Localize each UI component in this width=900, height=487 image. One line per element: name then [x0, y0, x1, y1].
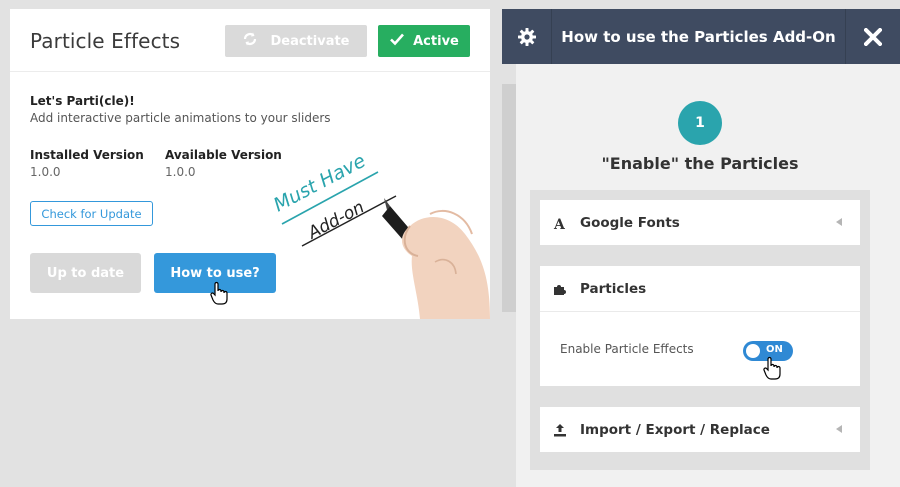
section-import-export-header[interactable]: Import / Export / Replace — [540, 407, 860, 452]
installed-version-label: Installed Version — [30, 148, 144, 162]
check-for-update-button[interactable]: Check for Update — [30, 201, 153, 226]
section-particles-body: Enable Particle Effects ON — [540, 311, 860, 386]
refresh-icon — [242, 31, 258, 51]
enable-particles-label: Enable Particle Effects — [560, 342, 694, 356]
toggle-knob — [746, 344, 760, 358]
gear-icon — [517, 27, 536, 46]
active-button[interactable]: Active — [378, 25, 470, 57]
close-icon — [864, 27, 882, 46]
card-title: Particle Effects — [30, 29, 181, 53]
card-header: Particle Effects Deactivate Active — [10, 9, 490, 72]
panel-title: How to use the Particles Add-On — [561, 27, 836, 46]
check-icon — [389, 31, 405, 51]
deactivate-label: Deactivate — [270, 33, 350, 49]
font-icon: A — [552, 215, 568, 231]
active-label: Active — [413, 33, 459, 49]
card-tagline: Let's Parti(cle)! — [30, 94, 135, 108]
hand-cursor-icon — [210, 281, 228, 305]
section-particles-header[interactable]: Particles — [540, 266, 860, 311]
installed-version: Installed Version 1.0.0 — [30, 148, 144, 179]
upload-icon — [552, 422, 568, 438]
panel-body: 1 "Enable" the Particles A Google Fonts — [516, 64, 900, 487]
puzzle-icon — [552, 281, 568, 297]
illustration-line2: Add-on — [304, 197, 368, 244]
help-panel: How to use the Particles Add-On 1 "Enabl… — [502, 0, 900, 487]
svg-text:A: A — [553, 217, 566, 230]
installed-version-value: 1.0.0 — [30, 165, 61, 179]
section-particles[interactable]: Particles Enable Particle Effects ON — [540, 266, 860, 386]
up-to-date-button[interactable]: Up to date — [30, 253, 141, 293]
caret-left-icon — [836, 425, 842, 433]
caret-left-icon — [836, 218, 842, 226]
step-number: 1 — [678, 101, 722, 145]
toggle-state-text: ON — [766, 344, 783, 355]
deactivate-button[interactable]: Deactivate — [225, 25, 367, 57]
section-google-fonts-header[interactable]: A Google Fonts — [540, 200, 860, 245]
section-google-fonts[interactable]: A Google Fonts — [540, 200, 860, 245]
section-google-fonts-label: Google Fonts — [580, 214, 680, 231]
pen-hand-illustration: Must Have Add-on — [270, 150, 490, 319]
step-title: "Enable" the Particles — [601, 154, 799, 173]
panel-header: How to use the Particles Add-On — [502, 9, 900, 64]
close-button[interactable] — [845, 9, 900, 64]
card-description: Add interactive particle animations to y… — [30, 111, 331, 125]
settings-accordion: A Google Fonts Particles Enable Particle… — [530, 190, 870, 470]
settings-button[interactable] — [502, 9, 552, 64]
section-particles-label: Particles — [580, 280, 647, 297]
hand-cursor-icon — [763, 356, 781, 380]
addon-card: Particle Effects Deactivate Active Let's… — [10, 9, 490, 319]
section-import-export[interactable]: Import / Export / Replace — [540, 407, 860, 452]
section-import-export-label: Import / Export / Replace — [580, 421, 770, 438]
